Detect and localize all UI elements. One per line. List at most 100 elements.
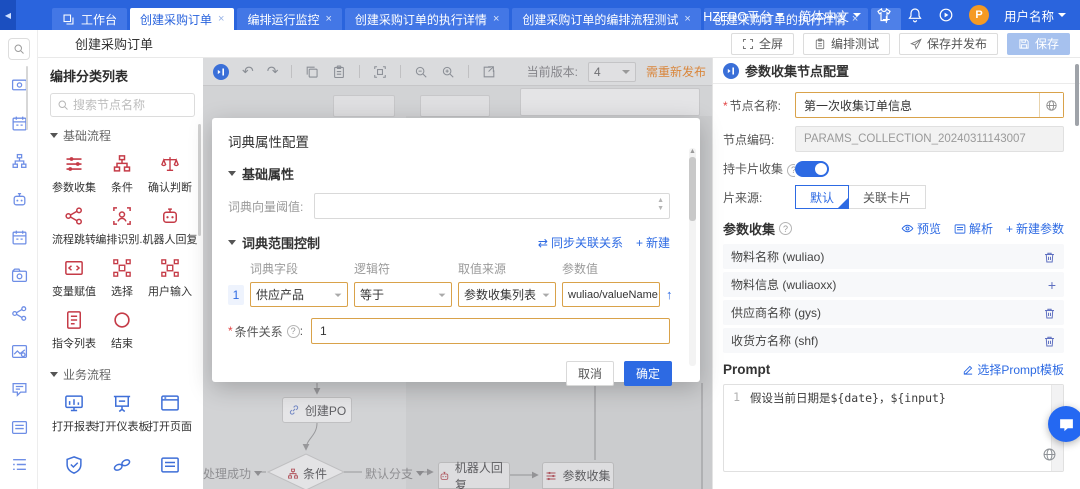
new-param-link[interactable]: + 新建参数 [1006,220,1064,237]
fit-view-icon[interactable] [373,65,387,79]
palette-search[interactable] [50,93,195,117]
fullscreen-button[interactable]: 全屏 [730,32,794,55]
trash-icon[interactable] [1043,305,1056,319]
palette-search-input[interactable] [73,98,183,112]
cancel-button[interactable]: 取消 [565,361,614,386]
strip-camera-folder-icon[interactable] [0,256,38,294]
param-row-shf[interactable]: 收货方名称 (shf) [723,328,1064,353]
group-business-flow[interactable]: 业务流程 [50,366,195,383]
select-prompt-template-link[interactable]: 选择Prompt模板 [962,361,1064,378]
number-spinner[interactable]: ▲ ▼ [657,197,664,212]
plus-icon[interactable]: + [1048,277,1056,293]
collapse-palette-button[interactable] [213,64,229,80]
param-value-select[interactable]: wuliao/valueName [562,282,660,307]
save-button[interactable]: 保存 [1006,32,1070,55]
tab-exec-detail-1[interactable]: 创建采购订单的执行详情 × [344,8,510,30]
node-item-instruction-list[interactable]: 指令列表 [50,304,98,356]
strip-calendar-icon[interactable] [0,104,38,142]
version-select[interactable]: 4 [587,61,636,82]
section-range[interactable]: 词典范围控制 ⇄ 同步关联关系 + 新建 [228,233,684,252]
collapse-tabs-icon[interactable]: ◀ [0,0,16,30]
node-item-flow-jump[interactable]: 流程跳转 [50,200,98,252]
param-row-wuliao[interactable]: 物料名称 (wuliao) [723,244,1064,269]
help-icon[interactable]: ? [787,163,795,177]
card-collect-toggle[interactable] [795,160,829,177]
floating-globe-icon[interactable] [1042,447,1057,462]
node-create-po[interactable]: 创建PO [282,397,352,423]
operator-select[interactable]: 等于 [354,282,452,307]
sync-relation-link[interactable]: ⇄ 同步关联关系 [538,234,623,251]
node-param-collect[interactable]: 参数收集 [542,462,614,489]
zoom-out-icon[interactable] [414,65,428,79]
strip-search-button[interactable] [7,38,30,60]
node-name-input[interactable] [795,92,1064,118]
param-row-gys[interactable]: 供应商名称 (gys) [723,300,1064,325]
node-robot-reply[interactable]: 机器人回复 [438,461,510,489]
flow-test-button[interactable]: 编排测试 [802,32,890,55]
node-item-recognize[interactable]: 编排识别... [95,200,149,252]
bell-icon[interactable] [907,7,923,23]
help-icon[interactable]: ? [779,222,793,235]
new-row-link[interactable]: + 新建 [636,234,670,251]
scroll-up-icon[interactable]: ▲ [689,148,696,156]
value-source-select[interactable]: 参数收集列表 [458,282,556,307]
strip-calendar-alt-icon[interactable] [0,218,38,256]
strip-screen-icon[interactable] [0,66,38,104]
modal-scrollbar[interactable]: ▲ [689,148,696,366]
node-item-user-input[interactable]: 用户输入 [146,252,194,304]
config-scrollbar[interactable] [1075,64,1079,126]
export-icon[interactable] [482,65,496,79]
prompt-editor[interactable]: 1 假设当前日期是${date}，${input} [723,384,1064,472]
shirt-icon[interactable] [876,7,892,23]
redo-icon[interactable]: ↷ [267,63,279,80]
user-menu[interactable]: 用户名称 [1004,6,1066,25]
param-row-wuliaoxx[interactable]: 物料信息 (wuliaoxx) + [723,272,1064,297]
tab-create-po-active[interactable]: 创建采购订单 × [130,8,235,30]
node-item-end[interactable]: 结束 [98,304,146,356]
platform-menu[interactable]: HZERO平台 [703,6,784,25]
collapse-config-button[interactable] [723,63,739,79]
zoom-in-icon[interactable] [441,65,455,79]
play-circle-icon[interactable] [938,7,954,23]
threshold-input[interactable]: ▲ ▼ [314,193,670,219]
scrollbar-thumb[interactable] [689,157,696,221]
section-basic[interactable]: 基础属性 [228,164,684,183]
tab-run-monitor[interactable]: 编排运行监控 × [237,8,342,30]
strip-list-card-icon[interactable] [0,408,38,446]
condition-input[interactable] [311,318,670,344]
trash-icon[interactable] [1043,249,1056,263]
paste-icon[interactable] [332,65,346,79]
palette-scrollbar[interactable] [198,124,201,236]
node-item-open-dashboard[interactable]: 打开仪表板 [95,387,150,439]
preview-link[interactable]: 预览 [901,220,941,237]
parse-link[interactable]: 解析 [954,220,993,237]
help-icon[interactable]: ? [286,324,300,338]
i18n-globe-icon[interactable] [1039,93,1063,117]
close-icon[interactable]: × [218,13,224,25]
trash-icon[interactable] [1043,333,1056,347]
node-item-param-collect[interactable]: 参数收集 [50,148,98,200]
strip-org-branch-icon[interactable] [0,142,38,180]
republish-badge[interactable]: 需重新发布 [646,63,706,80]
card-source-default[interactable]: 默认 [795,185,850,209]
node-item-open-report[interactable]: 打开报表 [50,387,98,439]
card-source-linked[interactable]: 关联卡片 [848,185,927,209]
language-menu[interactable]: 简体中文 [799,6,861,25]
edge-label-default-branch[interactable]: 默认分支 [365,465,425,482]
node-item-var-assign[interactable]: 变量赋值 [50,252,98,304]
strip-menu-list-icon[interactable] [0,445,38,483]
undo-icon[interactable]: ↶ [242,63,254,80]
strip-scrollbar[interactable] [26,66,28,130]
tab-workbench[interactable]: 工作台 [52,8,128,30]
copy-icon[interactable] [305,65,319,79]
close-icon[interactable]: × [684,13,690,25]
close-icon[interactable]: × [325,13,331,25]
node-item-robot-reply[interactable]: 机器人回复 [143,200,198,252]
node-item-condition[interactable]: 条件 [98,148,146,200]
edge-label-success[interactable]: 处理成功 [203,465,263,482]
avatar[interactable]: P [968,5,989,25]
ok-button[interactable]: 确定 [623,361,672,386]
node-item-select[interactable]: 选择 [98,252,146,304]
prompt-content[interactable]: 假设当前日期是${date}，${input} [744,385,1051,471]
node-item-confirm[interactable]: 确认判断 [146,148,194,200]
